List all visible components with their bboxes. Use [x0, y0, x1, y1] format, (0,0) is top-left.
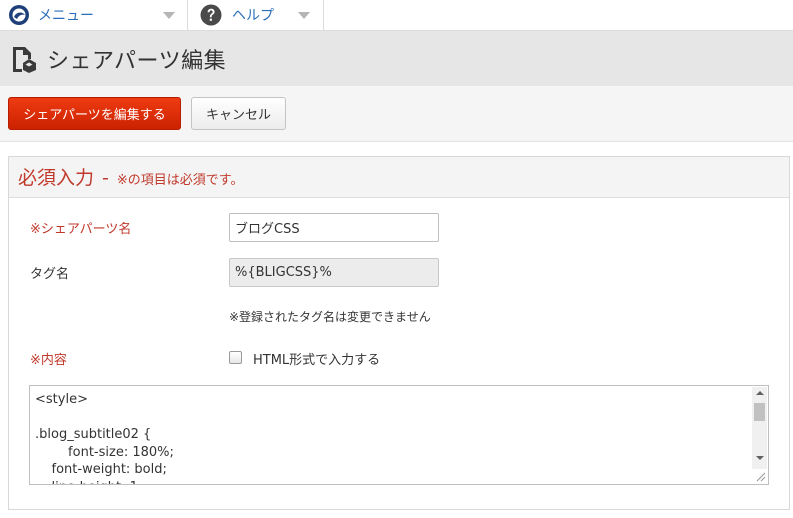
help-tab[interactable]: ヘルプ: [188, 0, 324, 30]
panel-required-note: ※の項目は必須です。: [116, 173, 244, 188]
content-label: ※内容: [30, 353, 67, 368]
help-caret-icon: [298, 12, 310, 19]
share-parts-name-input[interactable]: [229, 213, 439, 242]
share-parts-document-icon: [13, 46, 36, 73]
panel-title-dash: -: [102, 167, 109, 189]
content-text: <style> .blog_subtitle02 { font-size: 18…: [35, 392, 174, 484]
menu-tab[interactable]: メニュー: [0, 0, 188, 30]
scroll-up-icon[interactable]: [756, 391, 764, 395]
panel-title: 必須入力: [18, 167, 95, 189]
html-format-checkbox[interactable]: [229, 351, 242, 364]
panel-header: 必須入力 - ※の項目は必須です。: [9, 157, 789, 198]
textarea-scrollbar[interactable]: [752, 387, 767, 469]
menu-caret-icon: [163, 12, 175, 19]
page-title: シェアパーツ編集: [47, 48, 227, 74]
help-question-icon: [200, 4, 222, 26]
menu-logo-icon: [9, 5, 29, 25]
resize-grip-icon[interactable]: [756, 472, 766, 482]
tag-name-input: [229, 258, 439, 287]
html-format-checkbox-label[interactable]: HTML形式で入力する: [253, 349, 380, 368]
menu-label: メニュー: [38, 8, 94, 24]
cancel-button[interactable]: キャンセル: [191, 97, 286, 130]
top-nav: メニュー ヘルプ: [0, 0, 793, 31]
share-parts-name-label: ※シェアパーツ名: [30, 222, 132, 237]
content-textarea[interactable]: <style> .blog_subtitle02 { font-size: 18…: [29, 385, 769, 485]
title-bar: シェアパーツ編集: [0, 31, 793, 86]
tag-name-label: タグ名: [30, 267, 70, 282]
save-share-parts-button[interactable]: シェアパーツを編集する: [8, 97, 181, 130]
scroll-thumb[interactable]: [754, 403, 765, 421]
tag-name-hint: ※登録されたタグ名は変更できません: [229, 310, 431, 324]
scroll-down-icon[interactable]: [756, 456, 764, 460]
help-label: ヘルプ: [232, 8, 274, 24]
